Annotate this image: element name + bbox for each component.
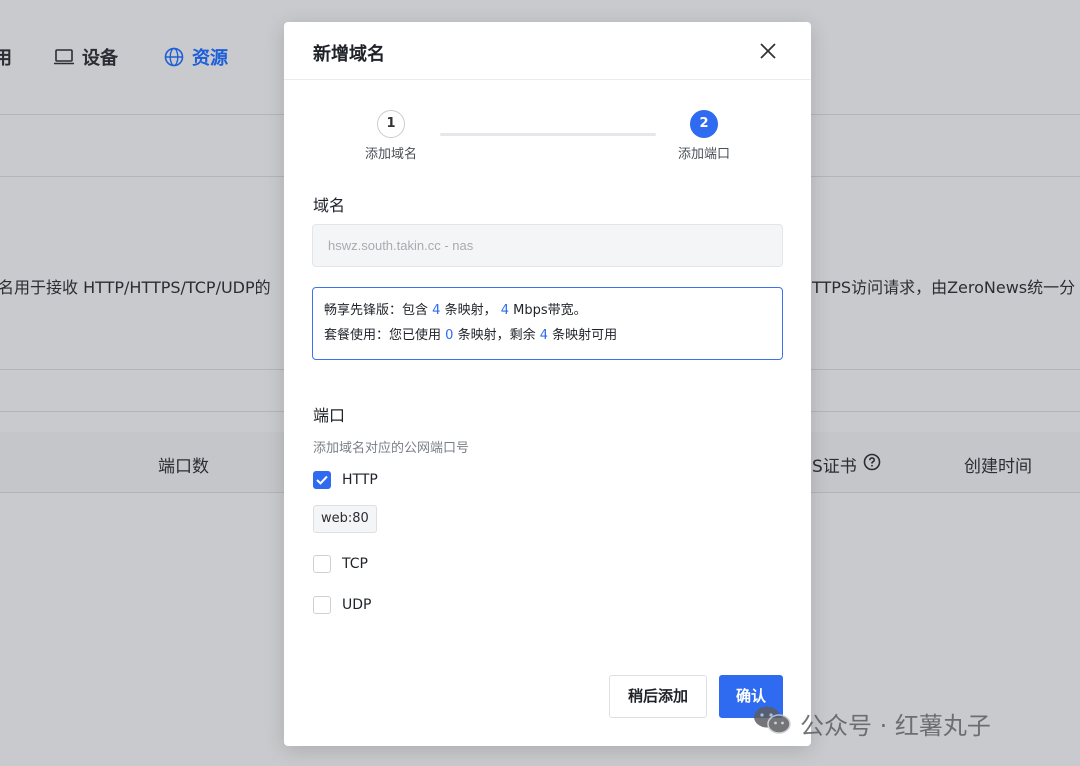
protocol-udp-checkbox[interactable]: UDP [313, 596, 371, 614]
protocol-label: UDP [342, 597, 372, 613]
wechat-watermark: 公众号 · 红薯丸子 [752, 704, 991, 742]
table-header-cert-label: S证书 [812, 457, 857, 477]
http-port-tag: web:80 [313, 505, 377, 533]
plan-text: 条映射， [444, 303, 497, 318]
remaining-mapping-count: 4 [539, 328, 549, 343]
step-1: 1 添加域名 [351, 110, 431, 162]
step-1-number: 1 [377, 110, 405, 138]
dialog-header: 新增域名 [284, 22, 811, 80]
dialog-title: 新增域名 [313, 44, 385, 65]
protocol-label: HTTP [342, 472, 378, 488]
watermark-text: 公众号 · 红薯丸子 [800, 711, 991, 740]
plan-text: 畅享先锋版：包含 [324, 303, 429, 318]
step-1-label: 添加域名 [364, 147, 417, 162]
checkbox-checked-icon[interactable] [313, 471, 331, 489]
page-description-left: 名用于接收 HTTP/HTTPS/TCP/UDP的 [0, 278, 271, 297]
usage-text: 条映射，剩余 [457, 328, 536, 343]
checkbox-empty-icon[interactable] [313, 596, 331, 614]
checkbox-empty-icon[interactable] [313, 555, 331, 573]
protocol-http-checkbox[interactable]: HTTP [313, 471, 378, 489]
add-domain-dialog: 新增域名 1 添加域名 2 添加端口 域名 hswz.south.takin.c… [284, 22, 811, 746]
domain-label: 域名 [313, 196, 346, 215]
nav-item-partial[interactable]: 用 [0, 44, 12, 70]
step-2: 2 添加端口 [664, 110, 744, 162]
usage-text: 套餐使用：您已使用 [324, 328, 442, 343]
page-description-right: TTPS访问请求，由ZeroNews统一分 [812, 278, 1076, 297]
protocol-label: TCP [342, 556, 368, 572]
plan-info-box: 畅享先锋版：包含 4 条映射， 4 Mbps带宽。 套餐使用：您已使用 0 条映… [312, 287, 783, 360]
plan-bandwidth: 4 [500, 303, 510, 318]
nav-item-label: 用 [0, 48, 12, 69]
plan-text: Mbps带宽。 [513, 303, 587, 318]
nav-item-label: 设备 [82, 48, 118, 69]
port-label: 端口 [313, 406, 346, 425]
close-icon[interactable] [757, 40, 779, 62]
nav-item-devices[interactable]: 设备 [54, 44, 118, 70]
plan-info-line-2: 套餐使用：您已使用 0 条映射，剩余 4 条映射可用 [324, 325, 782, 350]
table-header-ports: 端口数 [158, 457, 209, 477]
help-circle-icon[interactable] [863, 453, 881, 476]
usage-text: 条映射可用 [552, 328, 618, 343]
plan-mapping-count: 4 [432, 303, 441, 318]
laptop-icon [54, 48, 74, 66]
table-header-cert: S证书 [812, 452, 881, 477]
globe-icon [164, 47, 184, 67]
plan-info-line-1: 畅享先锋版：包含 4 条映射， 4 Mbps带宽。 [324, 300, 782, 325]
nav-item-label: 资源 [192, 48, 228, 69]
domain-field: hswz.south.takin.cc - nas [312, 224, 783, 267]
used-mapping-count: 0 [445, 328, 454, 343]
step-2-label: 添加端口 [677, 147, 730, 162]
step-connector [440, 133, 656, 136]
port-hint: 添加域名对应的公网端口号 [313, 441, 470, 456]
nav-item-resources[interactable]: 资源 [164, 44, 228, 70]
add-later-button[interactable]: 稍后添加 [609, 675, 707, 718]
table-header-created: 创建时间 [964, 457, 1032, 477]
step-2-number: 2 [690, 110, 718, 138]
protocol-tcp-checkbox[interactable]: TCP [313, 555, 368, 573]
wechat-icon [752, 704, 792, 742]
